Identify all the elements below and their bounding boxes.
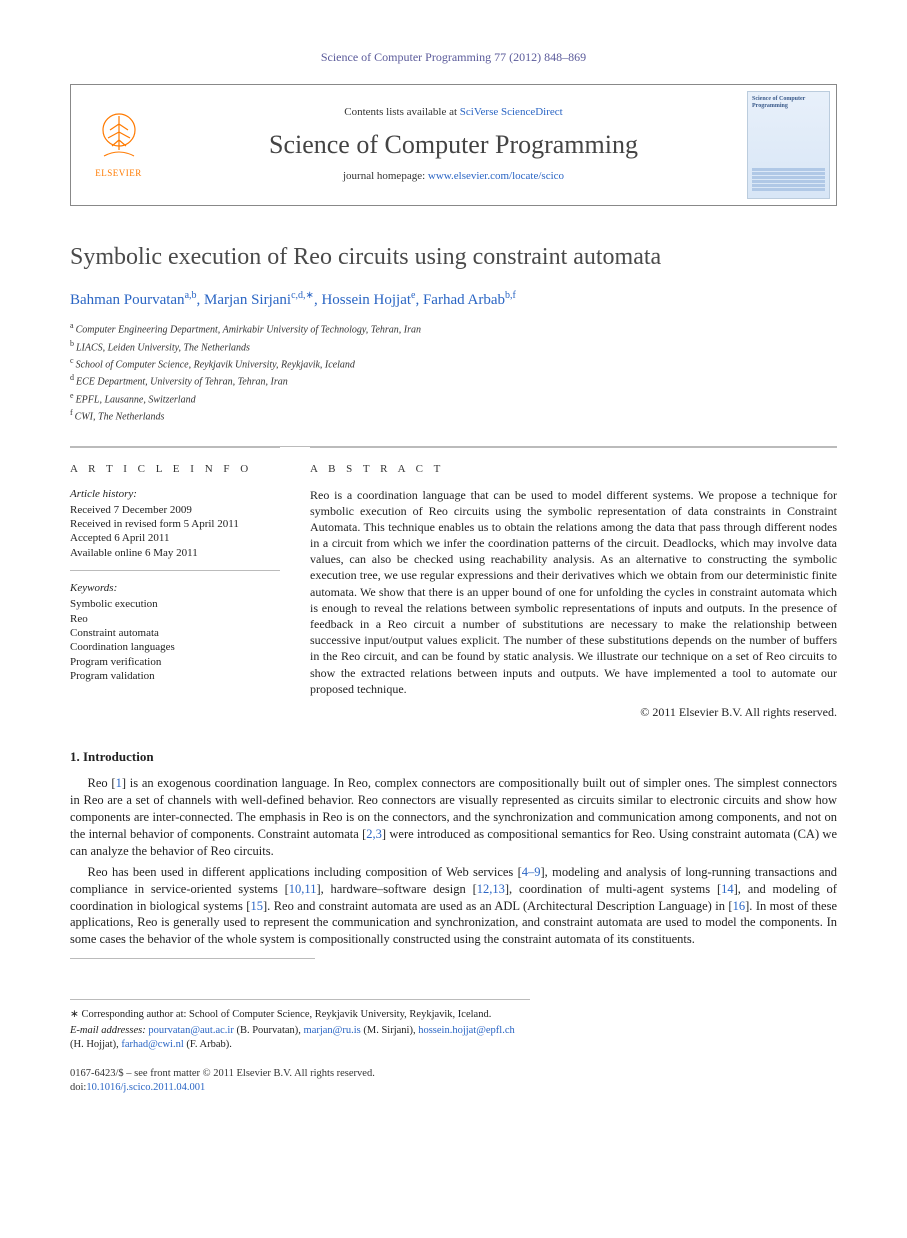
homepage-prefix: journal homepage:	[343, 170, 428, 182]
citation-ref[interactable]: 14	[721, 882, 734, 896]
article-info-heading: a r t i c l e i n f o	[70, 462, 280, 476]
author-email-link[interactable]: pourvatan@aut.ac.ir	[148, 1025, 233, 1036]
issn-copyright-line: 0167-6423/$ – see front matter © 2011 El…	[70, 1067, 837, 1081]
footnotes-block: ∗ Corresponding author at: School of Com…	[70, 999, 530, 1051]
footnote-rule	[70, 958, 315, 959]
author-name[interactable]: Hossein Hojjate	[321, 292, 415, 308]
citation-ref[interactable]: 12,13	[477, 882, 505, 896]
author-email-link[interactable]: farhad@cwi.nl	[121, 1039, 183, 1050]
journal-homepage-line: journal homepage: www.elsevier.com/locat…	[343, 169, 564, 183]
affiliation-list: aComputer Engineering Department, Amirka…	[70, 320, 837, 424]
author-name[interactable]: Bahman Pourvatana,b	[70, 292, 197, 308]
citation-ref[interactable]: 15	[250, 899, 263, 913]
author-email-link[interactable]: hossein.hojjat@epfl.ch	[418, 1025, 515, 1036]
contents-prefix: Contents lists available at	[344, 106, 459, 118]
abstract-heading: a b s t r a c t	[310, 462, 837, 476]
article-title: Symbolic execution of Reo circuits using…	[70, 242, 837, 273]
corresponding-star-icon: ∗	[70, 1009, 79, 1020]
article-history-block: Article history: Received 7 December 200…	[70, 487, 280, 571]
intro-paragraph-1: Reo [1] is an exogenous coordination lan…	[70, 775, 837, 859]
header-center: Contents lists available at SciVerse Sci…	[166, 85, 741, 205]
journal-name-large: Science of Computer Programming	[269, 128, 638, 162]
history-line: Received 7 December 2009	[70, 503, 280, 517]
history-line: Available online 6 May 2011	[70, 546, 280, 560]
history-line: Accepted 6 April 2011	[70, 531, 280, 545]
cover-title: Science of Computer Programming	[752, 96, 825, 112]
elsevier-logo-text: ELSEVIER	[94, 168, 144, 180]
abstract-text: Reo is a coordination language that can …	[310, 487, 837, 697]
affiliation: aComputer Engineering Department, Amirka…	[70, 320, 837, 337]
journal-homepage-link[interactable]: www.elsevier.com/locate/scico	[428, 170, 564, 182]
keyword: Program verification	[70, 655, 280, 669]
article-info-column: a r t i c l e i n f o Article history: R…	[70, 447, 280, 720]
keyword: Reo	[70, 612, 280, 626]
contents-lists-line: Contents lists available at SciVerse Sci…	[344, 105, 562, 119]
author-email-link[interactable]: marjan@ru.is	[304, 1025, 361, 1036]
author-name[interactable]: Marjan Sirjanic,d,∗	[204, 292, 314, 308]
sciencedirect-link[interactable]: SciVerse ScienceDirect	[460, 106, 563, 118]
journal-cover-thumbnail: Science of Computer Programming	[747, 91, 830, 199]
keyword: Symbolic execution	[70, 597, 280, 611]
affiliation: bLIACS, Leiden University, The Netherlan…	[70, 338, 837, 355]
intro-paragraph-2: Reo has been used in different applicati…	[70, 864, 837, 948]
keyword: Constraint automata	[70, 626, 280, 640]
keywords-label: Keywords:	[70, 581, 280, 595]
email-addresses-line: E-mail addresses: pourvatan@aut.ac.ir (B…	[70, 1024, 530, 1051]
affiliation: eEPFL, Lausanne, Switzerland	[70, 390, 837, 407]
elsevier-tree-icon	[94, 110, 144, 166]
abstract-copyright: © 2011 Elsevier B.V. All rights reserved…	[310, 705, 837, 721]
section-heading-introduction: 1. Introduction	[70, 749, 837, 766]
abstract-column: a b s t r a c t Reo is a coordination la…	[310, 447, 837, 720]
doi-line: doi:10.1016/j.scico.2011.04.001	[70, 1081, 837, 1095]
journal-cover-cell: Science of Computer Programming	[741, 85, 836, 205]
corresponding-star-icon: ∗	[306, 290, 314, 301]
journal-header-box: ELSEVIER Contents lists available at Sci…	[70, 84, 837, 206]
citation-ref[interactable]: 2,3	[366, 827, 382, 841]
affiliation: dECE Department, University of Tehran, T…	[70, 372, 837, 389]
corresponding-author-note: ∗ Corresponding author at: School of Com…	[70, 1008, 530, 1022]
affiliation: cSchool of Computer Science, Reykjavik U…	[70, 355, 837, 372]
article-history-label: Article history:	[70, 487, 280, 501]
elsevier-logo: ELSEVIER	[94, 110, 144, 180]
keyword: Coordination languages	[70, 640, 280, 654]
bottom-meta: 0167-6423/$ – see front matter © 2011 El…	[70, 1067, 837, 1094]
author-list: Bahman Pourvatana,b, Marjan Sirjanic,d,∗…	[70, 289, 837, 311]
info-abstract-row: a r t i c l e i n f o Article history: R…	[70, 446, 837, 720]
citation-ref[interactable]: 4–9	[522, 865, 541, 879]
doi-link[interactable]: 10.1016/j.scico.2011.04.001	[86, 1082, 205, 1093]
citation-ref[interactable]: 10,11	[289, 882, 317, 896]
citation-ref[interactable]: 16	[733, 899, 746, 913]
history-line: Received in revised form 5 April 2011	[70, 517, 280, 531]
keyword: Program validation	[70, 669, 280, 683]
publisher-logo-cell: ELSEVIER	[71, 85, 166, 205]
email-label: E-mail addresses:	[70, 1025, 146, 1036]
author-name[interactable]: Farhad Arbabb,f	[423, 292, 516, 308]
affiliation: fCWI, The Netherlands	[70, 407, 837, 424]
citation-line: Science of Computer Programming 77 (2012…	[70, 50, 837, 66]
